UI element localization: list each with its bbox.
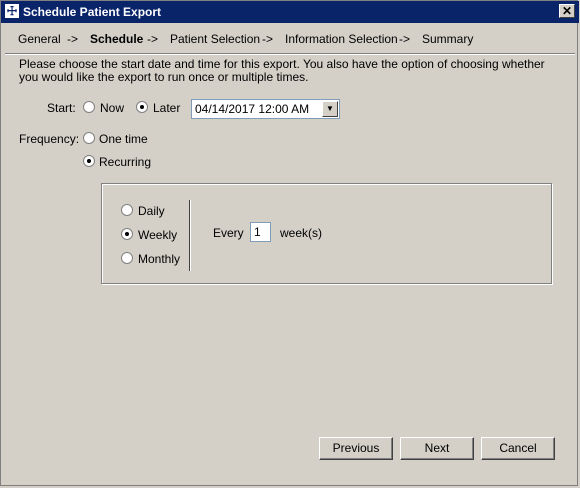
step-schedule: Schedule (90, 32, 144, 46)
interval-unit-label: week(s) (280, 226, 323, 240)
frequency-label: Frequency: (19, 132, 80, 146)
start-now-label[interactable]: Now (100, 101, 124, 115)
step-patient-selection: Patient Selection (170, 32, 261, 46)
header-divider (5, 53, 575, 55)
start-now-radio[interactable] (83, 101, 95, 113)
cancel-button[interactable]: Cancel (481, 437, 555, 460)
app-icon: ☩ (5, 4, 19, 18)
frequency-one-time-radio[interactable] (83, 132, 95, 144)
step-arrow: -> (262, 32, 274, 46)
close-icon: ✕ (561, 4, 573, 18)
window-title: Schedule Patient Export (23, 5, 162, 19)
frequency-recurring-label[interactable]: Recurring (99, 155, 151, 169)
recurrence-monthly-radio[interactable] (121, 252, 133, 264)
instructions-text: Please choose the start date and time fo… (19, 57, 545, 84)
every-count-input[interactable]: 1 (250, 222, 271, 242)
start-later-label[interactable]: Later (153, 101, 180, 115)
every-label: Every (213, 226, 244, 240)
step-information-selection: Information Selection (285, 32, 398, 46)
step-summary: Summary (422, 32, 474, 46)
chevron-down-icon: ▼ (326, 104, 334, 113)
frequency-recurring-radio[interactable] (83, 155, 95, 167)
recurrence-divider (189, 200, 191, 271)
every-count-value: 1 (254, 225, 261, 239)
datetime-dropdown-button[interactable]: ▼ (322, 101, 338, 117)
schedule-export-dialog: ☩ Schedule Patient Export ✕ General -> S… (0, 0, 579, 486)
recurrence-monthly-label[interactable]: Monthly (138, 252, 180, 266)
step-arrow: -> (67, 32, 79, 46)
recurrence-weekly-radio[interactable] (121, 228, 133, 240)
frequency-one-time-label[interactable]: One time (99, 132, 148, 146)
next-button[interactable]: Next (400, 437, 474, 460)
step-general: General (18, 32, 61, 46)
title-bar[interactable]: ☩ Schedule Patient Export ✕ (1, 1, 579, 23)
recurrence-daily-radio[interactable] (121, 204, 133, 216)
close-button[interactable]: ✕ (559, 4, 575, 18)
step-arrow: -> (399, 32, 411, 46)
start-datetime-picker[interactable]: 04/14/2017 12:00 AM ▼ (191, 99, 340, 119)
start-datetime-value: 04/14/2017 12:00 AM (195, 102, 310, 116)
start-later-radio[interactable] (136, 101, 148, 113)
step-arrow: -> (147, 32, 159, 46)
recurrence-weekly-label[interactable]: Weekly (138, 228, 177, 242)
start-label: Start: (47, 101, 76, 115)
previous-button[interactable]: Previous (319, 437, 393, 460)
recurrence-daily-label[interactable]: Daily (138, 204, 165, 218)
